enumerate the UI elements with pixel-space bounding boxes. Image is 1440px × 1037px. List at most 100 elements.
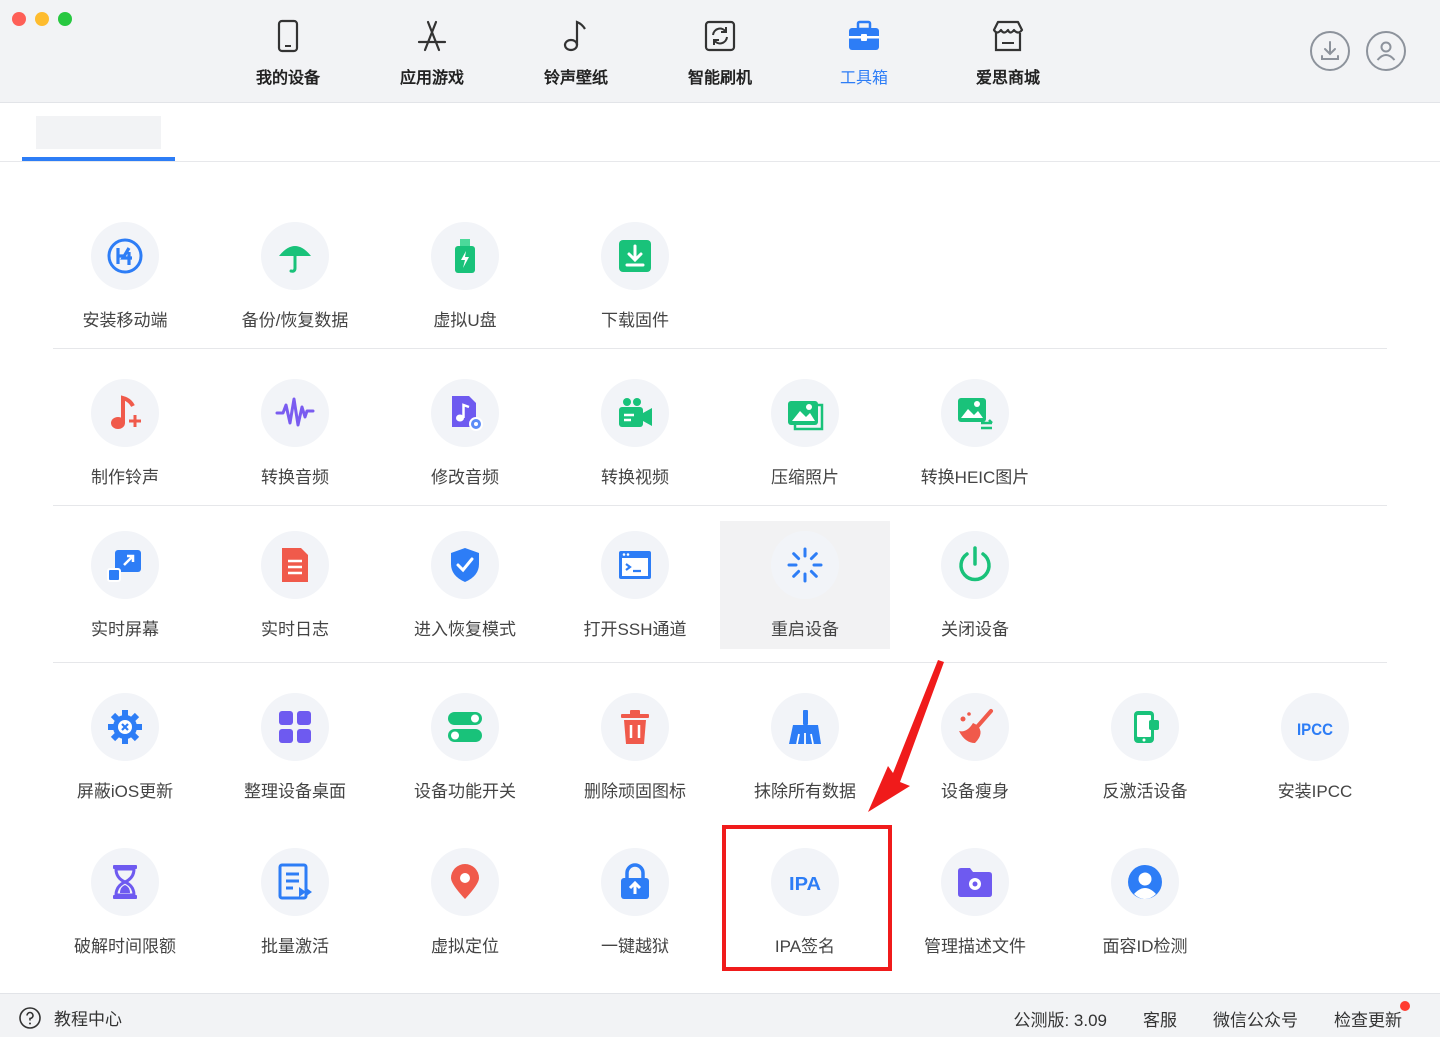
tool-label: 安装移动端 (82, 311, 168, 330)
tool-install-mobile[interactable]: 安装移动端 (40, 212, 210, 340)
tool-convert-heic[interactable]: 转换HEIC图片 (890, 369, 1060, 497)
close-window-button[interactable] (12, 12, 26, 26)
version-label: 公测版: 3.09 (1013, 1011, 1107, 1030)
tool-label: 一键越狱 (601, 937, 669, 956)
tool-label: 下载固件 (601, 311, 669, 330)
terminal-icon (619, 551, 651, 579)
tool-recovery-mode[interactable]: 进入恢复模式 (380, 521, 550, 649)
check-update-link[interactable]: 检查更新 (1334, 1001, 1410, 1031)
audio-file-gear-icon (452, 396, 483, 431)
tool-delete-icons[interactable]: 删除顽固图标 (550, 683, 720, 811)
batch-list-icon (278, 863, 312, 900)
sub-tab-active[interactable] (36, 116, 161, 149)
ipcc-text-icon: IPCC (1297, 720, 1333, 739)
tool-label: 修改音频 (431, 468, 499, 487)
shop-icon (992, 20, 1024, 52)
nav-shop[interactable]: 爱思商城 (936, 0, 1080, 103)
download-button[interactable] (1310, 31, 1350, 71)
tool-label: 虚拟定位 (431, 937, 499, 956)
row-divider (53, 348, 1387, 349)
tool-live-log[interactable]: 实时日志 (210, 521, 380, 649)
row-divider (53, 662, 1387, 663)
wechat-link[interactable]: 微信公众号 (1213, 1006, 1298, 1031)
tool-edit-audio[interactable]: 修改音频 (380, 369, 550, 497)
screen-share-icon (107, 550, 141, 582)
tool-label: 破解时间限额 (74, 937, 176, 956)
tool-row-5: 破解时间限额 批量激活 虚拟定位 一键越狱 IPA IPA签名 管理描述文件 面… (40, 838, 1230, 966)
tool-virtual-location[interactable]: 虚拟定位 (380, 838, 550, 966)
face-avatar-icon (1128, 865, 1162, 899)
folder-gear-icon (958, 868, 992, 897)
minimize-window-button[interactable] (35, 12, 49, 26)
broom-icon (789, 710, 821, 745)
tool-convert-video[interactable]: 转换视频 (550, 369, 720, 497)
tool-deactivate-device[interactable]: 反激活设备 (1060, 683, 1230, 811)
nav-my-device[interactable]: 我的设备 (216, 0, 360, 103)
tool-jailbreak[interactable]: 一键越狱 (550, 838, 720, 966)
nav-label: 我的设备 (255, 70, 320, 87)
tool-download-firmware[interactable]: 下载固件 (550, 212, 720, 340)
tool-label: 转换HEIC图片 (920, 468, 1030, 487)
lock-upload-icon (621, 863, 649, 899)
maximize-window-button[interactable] (58, 12, 72, 26)
tool-face-id-check[interactable]: 面容ID检测 (1060, 838, 1230, 966)
log-file-icon (282, 548, 308, 582)
music-note-icon (563, 20, 586, 52)
tool-label: 抹除所有数据 (754, 782, 856, 801)
account-button[interactable] (1366, 31, 1406, 71)
phone-icon (277, 19, 299, 53)
audio-wave-icon (275, 397, 315, 427)
tool-block-ios-update[interactable]: 屏蔽iOS更新 (40, 683, 210, 811)
tool-feature-switch[interactable]: 设备功能开关 (380, 683, 550, 811)
tool-make-ringtone[interactable]: 制作铃声 (40, 369, 210, 497)
tool-label: 屏蔽iOS更新 (76, 782, 174, 801)
photo-icon (788, 401, 824, 431)
tool-label: 设备瘦身 (941, 782, 1009, 801)
tool-organize-desktop[interactable]: 整理设备桌面 (210, 683, 380, 811)
nav-smart-flash[interactable]: 智能刷机 (648, 0, 792, 103)
tool-row-3: 实时屏幕 实时日志 进入恢复模式 打开SSH通道 重启设备 关闭设备 (40, 521, 1060, 649)
top-right-actions (1310, 31, 1406, 71)
download-icon (1321, 41, 1339, 60)
annotation-highlight-box (722, 825, 892, 971)
nav-toolbox[interactable]: 工具箱 (792, 0, 936, 103)
tool-screen-time-crack[interactable]: 破解时间限额 (40, 838, 210, 966)
tool-label: 进入恢复模式 (414, 620, 516, 639)
sub-tab-divider (0, 161, 1440, 162)
nav-label: 工具箱 (839, 70, 888, 87)
gear-block-icon (108, 710, 142, 744)
tool-virtual-udisk[interactable]: 虚拟U盘 (380, 212, 550, 340)
tutorial-center-link[interactable]: 教程中心 (18, 1005, 122, 1030)
tool-label: 面容ID检测 (1102, 937, 1188, 956)
tool-label: 管理描述文件 (924, 937, 1026, 956)
toggle-icon (448, 712, 482, 742)
row-divider (53, 505, 1387, 506)
customer-service-link[interactable]: 客服 (1143, 1006, 1177, 1031)
tool-shutdown-device[interactable]: 关闭设备 (890, 521, 1060, 649)
i4-logo-icon (107, 238, 143, 274)
tool-compress-photo[interactable]: 压缩照片 (720, 369, 890, 497)
tool-live-screen[interactable]: 实时屏幕 (40, 521, 210, 649)
phone-deactivate-icon (1134, 711, 1159, 743)
tool-row-4: 屏蔽iOS更新 整理设备桌面 设备功能开关 删除顽固图标 抹除所有数据 设备瘦身… (40, 683, 1400, 811)
app-store-icon (417, 20, 447, 52)
tool-manage-profiles[interactable]: 管理描述文件 (890, 838, 1060, 966)
top-navigation-bar: 我的设备 应用游戏 铃声壁纸 智能刷机 工具箱 爱思商城 (0, 0, 1440, 103)
tool-batch-activate[interactable]: 批量激活 (210, 838, 380, 966)
tool-label: 转换视频 (601, 468, 669, 487)
status-bar: 教程中心 公测版: 3.09 客服 微信公众号 检查更新 (0, 993, 1440, 1037)
check-update-label: 检查更新 (1334, 1011, 1402, 1030)
tool-install-ipcc[interactable]: IPCC 安装IPCC (1230, 683, 1400, 811)
location-pin-icon (451, 864, 479, 899)
download-box-icon (619, 240, 651, 272)
nav-apps-games[interactable]: 应用游戏 (360, 0, 504, 103)
nav-ringtones-wallpapers[interactable]: 铃声壁纸 (504, 0, 648, 103)
tool-convert-audio[interactable]: 转换音频 (210, 369, 380, 497)
video-camera-icon (619, 398, 652, 427)
tool-row-1: 安装移动端 备份/恢复数据 虚拟U盘 下载固件 (40, 212, 720, 340)
tool-backup-restore[interactable]: 备份/恢复数据 (210, 212, 380, 340)
nav-label: 应用游戏 (399, 70, 464, 87)
image-convert-icon (958, 398, 993, 430)
tool-ssh-channel[interactable]: 打开SSH通道 (550, 521, 720, 649)
tool-restart-device[interactable]: 重启设备 (720, 521, 890, 649)
